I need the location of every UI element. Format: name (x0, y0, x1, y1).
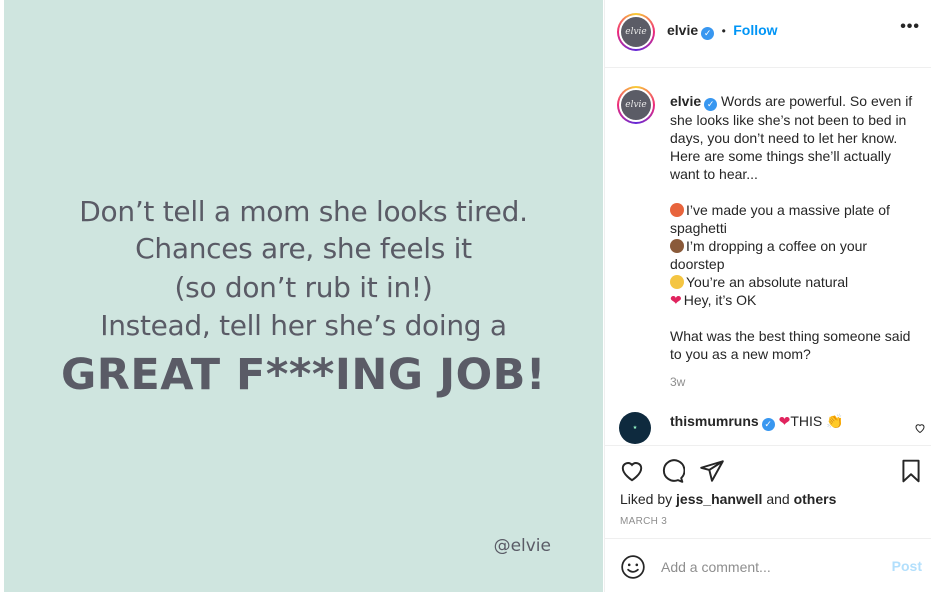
header-avatar[interactable]: elvie (617, 13, 655, 51)
liked-by-user-link[interactable]: jess_hanwell (676, 491, 762, 507)
quote-line-3: (so don’t rub it in!) (174, 271, 433, 304)
verified-badge-icon: ✓ (761, 418, 775, 431)
clapping-hands-emoji-icon: 👏 (826, 413, 844, 429)
comment-text: THIS (790, 413, 823, 429)
caption-question: What was the best thing someone said to … (670, 328, 911, 362)
comment-username[interactable]: thismumruns (670, 413, 759, 429)
caption-avatar[interactable]: elvie (617, 86, 655, 124)
verified-badge-icon: ✓ (704, 98, 718, 111)
liked-by-others-link[interactable]: others (794, 491, 837, 507)
comment-like-heart-icon[interactable] (914, 422, 926, 437)
save-bookmark-icon[interactable] (898, 458, 924, 484)
comment-bubble-icon[interactable] (659, 458, 686, 484)
add-comment-bar: Post (605, 538, 931, 593)
post-header: elvie elvie ✓ • Follow ••• (605, 0, 931, 68)
comment-avatar[interactable]: ★ (619, 412, 651, 444)
header-username[interactable]: elvie (667, 22, 698, 38)
caption-item: I’m dropping a coffee on your doorstep (670, 238, 868, 272)
avatar-logo: elvie (621, 17, 651, 47)
caption-timestamp[interactable]: 3w (670, 375, 685, 389)
post-date[interactable]: MARCH 3 (620, 516, 667, 527)
smiling-face-emoji-icon (670, 275, 684, 289)
quote-headline: GREAT F***ING JOB! (60, 350, 547, 400)
post-actions: Liked by jess_hanwell and others MARCH 3 (605, 445, 931, 538)
more-options-icon[interactable]: ••• (900, 18, 920, 36)
like-heart-icon[interactable] (619, 458, 645, 484)
image-watermark: @elvie (493, 536, 551, 556)
separator-dot: • (721, 24, 726, 38)
verified-badge-icon: ✓ (701, 27, 715, 40)
quote-line-2: Chances are, she feels it (135, 232, 472, 265)
follow-button[interactable]: Follow (733, 22, 777, 38)
share-paper-plane-icon[interactable] (699, 458, 725, 484)
coffee-emoji-icon (670, 239, 684, 253)
red-heart-emoji-icon: ❤ (670, 292, 682, 308)
post-comment-button[interactable]: Post (892, 558, 922, 574)
emoji-picker-icon[interactable] (620, 554, 646, 580)
caption-text: elvie ✓ Words are powerful. So even if sh… (670, 92, 920, 363)
quote-line-4: Instead, tell her she’s doing a (100, 309, 507, 342)
caption-item: ❤ Hey, it’s OK (670, 292, 757, 308)
liked-by-text: Liked by jess_hanwell and others (620, 491, 837, 507)
spaghetti-emoji-icon (670, 203, 684, 217)
caption-item: You’re an absolute natural (670, 273, 920, 291)
quote-line-1: Don’t tell a mom she looks tired. (79, 195, 528, 228)
caption-username[interactable]: elvie (670, 93, 701, 109)
comment-input[interactable] (659, 556, 873, 578)
caption-avatar-logo: elvie (621, 90, 651, 120)
post-sidebar: elvie elvie ✓ • Follow ••• elvie elvie ✓ W… (604, 0, 931, 592)
caption-area: elvie elvie ✓ Words are powerful. So even… (605, 68, 931, 444)
red-heart-emoji-icon: ❤ (778, 413, 791, 429)
caption-item: I’ve made you a massive plate of spaghet… (670, 202, 890, 236)
post-image[interactable]: Don’t tell a mom she looks tired. Chance… (4, 0, 603, 592)
